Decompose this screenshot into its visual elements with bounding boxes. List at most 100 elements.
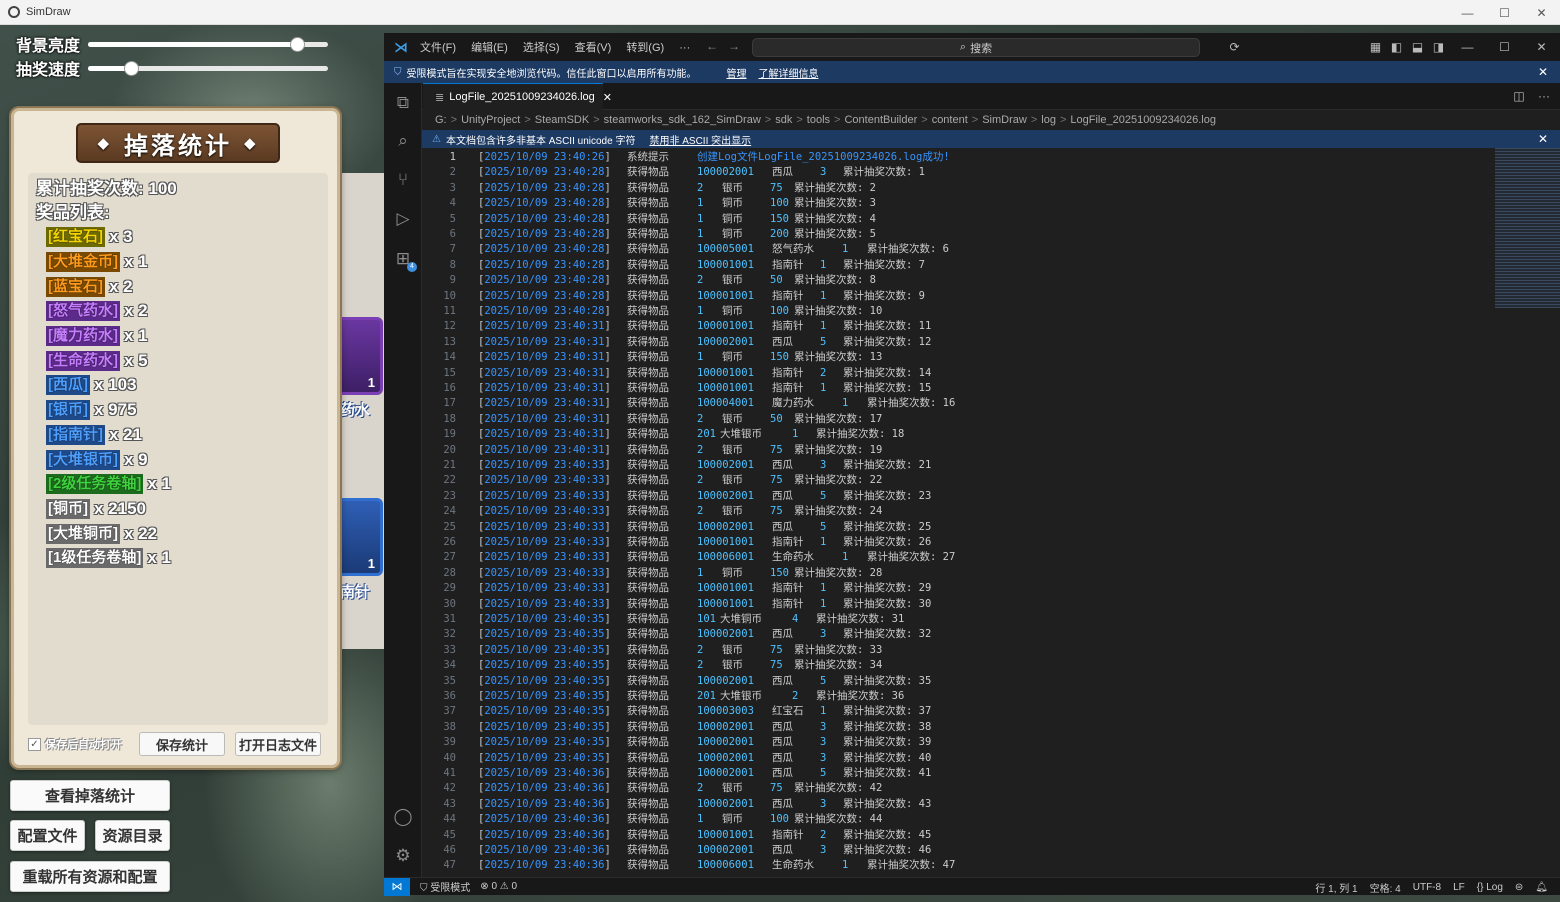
- code-line[interactable]: 31 [2025/10/09 23:40:35] 获得物品 101 大堆铜币 4 累计抽奖次…: [422, 612, 1482, 627]
- search-icon[interactable]: ⌕: [393, 131, 413, 151]
- customize-layout-icon[interactable]: ▦: [1365, 40, 1386, 54]
- disable-unicode-highlight-link[interactable]: 禁用非 ASCII 突出显示: [649, 132, 751, 147]
- minimize-button[interactable]: —: [1449, 0, 1486, 25]
- code-line[interactable]: 42 [2025/10/09 23:40:36] 获得物品 2 银币 75 累计抽奖次数: …: [422, 781, 1482, 796]
- code-line[interactable]: 8 [2025/10/09 23:40:28] 获得物品 100001001 指南针 1 累…: [422, 258, 1482, 273]
- status-position[interactable]: 行 1, 列 1: [1315, 880, 1357, 895]
- item-card[interactable]: 1: [337, 498, 383, 576]
- more-actions-icon[interactable]: ···: [1538, 89, 1550, 103]
- code-line[interactable]: 1 [2025/10/09 23:40:26] 系统提示 创建Log文件LogFile…: [422, 150, 1482, 165]
- tab-logfile[interactable]: ≣ LogFile_20251009234026.log ✕: [423, 83, 612, 110]
- speed-slider-thumb[interactable]: [124, 60, 140, 76]
- code-line[interactable]: 10 [2025/10/09 23:40:28] 获得物品 100001001 指南针 1…: [422, 289, 1482, 304]
- breadcrumb-item[interactable]: LogFile_20251009234026.log: [1070, 114, 1216, 126]
- code-line[interactable]: 23 [2025/10/09 23:40:33] 获得物品 100002001 西瓜 5 累…: [422, 489, 1482, 504]
- code-line[interactable]: 40 [2025/10/09 23:40:35] 获得物品 100002001 西瓜 3 累…: [422, 751, 1482, 766]
- tab-close-icon[interactable]: ✕: [603, 91, 612, 104]
- close-icon[interactable]: ✕: [1538, 65, 1548, 79]
- resource-dir-button[interactable]: 资源目录: [95, 820, 170, 851]
- code-line[interactable]: 25 [2025/10/09 23:40:33] 获得物品 100002001 西瓜 5 累…: [422, 520, 1482, 535]
- breadcrumb-item[interactable]: G:: [435, 114, 447, 126]
- settings-gear-icon[interactable]: ⚙: [393, 846, 413, 866]
- code-line[interactable]: 22 [2025/10/09 23:40:33] 获得物品 2 银币 75 累计抽奖次数: …: [422, 473, 1482, 488]
- command-center-search[interactable]: ⌕ 搜索: [752, 38, 1200, 57]
- forward-arrow-icon[interactable]: →: [728, 39, 740, 53]
- code-line[interactable]: 6 [2025/10/09 23:40:28] 获得物品 1 铜币 200 累计抽奖次数: …: [422, 227, 1482, 242]
- code-line[interactable]: 16 [2025/10/09 23:40:31] 获得物品 100001001 指南针 1…: [422, 381, 1482, 396]
- restricted-manage-link[interactable]: 管理: [727, 65, 747, 80]
- close-button[interactable]: ✕: [1523, 0, 1560, 25]
- code-line[interactable]: 3 [2025/10/09 23:40:28] 获得物品 2 银币 75 累计抽奖次数: 2: [422, 181, 1482, 196]
- status-problems[interactable]: ⊗ 0 ⚠ 0: [480, 881, 517, 892]
- code-line[interactable]: 30 [2025/10/09 23:40:33] 获得物品 100001001 指南针 1…: [422, 597, 1482, 612]
- maximize-button[interactable]: ☐: [1486, 0, 1523, 25]
- menu-more[interactable]: ···: [679, 42, 690, 54]
- code-line[interactable]: 15 [2025/10/09 23:40:31] 获得物品 100001001 指南针 2…: [422, 366, 1482, 381]
- code-line[interactable]: 26 [2025/10/09 23:40:33] 获得物品 100001001 指南针 1…: [422, 535, 1482, 550]
- code-line[interactable]: 45 [2025/10/09 23:40:36] 获得物品 100001001 指南针 2…: [422, 828, 1482, 843]
- menu-view[interactable]: 查看(V): [575, 42, 612, 54]
- code-line[interactable]: 5 [2025/10/09 23:40:28] 获得物品 1 铜币 150 累计抽奖次数: …: [422, 212, 1482, 227]
- code-line[interactable]: 43 [2025/10/09 23:40:36] 获得物品 100002001 西瓜 3 累…: [422, 797, 1482, 812]
- breadcrumb-item[interactable]: UnityProject: [461, 114, 520, 126]
- toggle-sidebar-icon[interactable]: ◧: [1386, 40, 1407, 54]
- run-debug-icon[interactable]: ▷: [393, 209, 413, 229]
- speed-slider[interactable]: [88, 60, 329, 76]
- code-line[interactable]: 17 [2025/10/09 23:40:31] 获得物品 100004001 魔力药水…: [422, 396, 1482, 411]
- split-editor-icon[interactable]: ◫: [1513, 89, 1524, 103]
- notifications-bell-icon[interactable]: 🔔︎: [1535, 882, 1548, 893]
- breadcrumb-item[interactable]: tools: [807, 114, 830, 126]
- code-line[interactable]: 20 [2025/10/09 23:40:31] 获得物品 2 银币 75 累计抽奖次数: …: [422, 443, 1482, 458]
- code-line[interactable]: 46 [2025/10/09 23:40:36] 获得物品 100002001 西瓜 3 累…: [422, 843, 1482, 858]
- auto-open-checkbox[interactable]: ✓: [28, 737, 41, 751]
- menu-edit[interactable]: 编辑(E): [471, 42, 508, 54]
- code-line[interactable]: 38 [2025/10/09 23:40:35] 获得物品 100002001 西瓜 3 累…: [422, 720, 1482, 735]
- menu-go[interactable]: 转到(G): [626, 42, 664, 54]
- menu-selection[interactable]: 选择(S): [523, 42, 560, 54]
- breadcrumb-item[interactable]: ContentBuilder: [844, 114, 917, 126]
- status-encoding[interactable]: UTF-8: [1413, 882, 1441, 893]
- breadcrumb-item[interactable]: SteamSDK: [535, 114, 589, 126]
- code-line[interactable]: 29 [2025/10/09 23:40:33] 获得物品 100001001 指南针 1…: [422, 581, 1482, 596]
- menu-file[interactable]: 文件(F): [420, 42, 456, 54]
- code-line[interactable]: 7 [2025/10/09 23:40:28] 获得物品 100005001 怒气药水 1…: [422, 242, 1482, 257]
- config-file-button[interactable]: 配置文件: [10, 820, 85, 851]
- code-line[interactable]: 12 [2025/10/09 23:40:31] 获得物品 100001001 指南针 1…: [422, 319, 1482, 334]
- restricted-learn-link[interactable]: 了解详细信息: [759, 65, 819, 80]
- back-arrow-icon[interactable]: ←: [706, 39, 718, 53]
- code-line[interactable]: 19 [2025/10/09 23:40:31] 获得物品 201 大堆银币 1 累计抽奖次…: [422, 427, 1482, 442]
- breadcrumb-item[interactable]: sdk: [775, 114, 792, 126]
- vscode-close-button[interactable]: ✕: [1523, 40, 1560, 54]
- remote-icon[interactable]: ⋈: [384, 877, 410, 896]
- code-line[interactable]: 24 [2025/10/09 23:40:33] 获得物品 2 银币 75 累计抽奖次数: …: [422, 504, 1482, 519]
- code-line[interactable]: 47 [2025/10/09 23:40:36] 获得物品 100006001 生命药水…: [422, 858, 1482, 873]
- breadcrumb-item[interactable]: SimDraw: [982, 114, 1027, 126]
- code-line[interactable]: 33 [2025/10/09 23:40:35] 获得物品 2 银币 75 累计抽奖次数: …: [422, 643, 1482, 658]
- status-spaces[interactable]: 空格: 4: [1370, 880, 1401, 895]
- code-line[interactable]: 4 [2025/10/09 23:40:28] 获得物品 1 铜币 100 累计抽奖次数: …: [422, 196, 1482, 211]
- status-restricted[interactable]: ⛉ 受限模式: [420, 879, 470, 894]
- vscode-maximize-button[interactable]: ☐: [1486, 40, 1523, 54]
- source-control-icon[interactable]: ⑂: [393, 170, 413, 190]
- status-language[interactable]: {} Log: [1477, 882, 1503, 893]
- open-log-button[interactable]: 打开日志文件: [235, 732, 321, 756]
- code-line[interactable]: 44 [2025/10/09 23:40:36] 获得物品 1 铜币 100 累计抽奖次数:…: [422, 812, 1482, 827]
- extensions-icon[interactable]: ⊞ 4: [393, 249, 417, 272]
- item-card[interactable]: 1: [337, 317, 383, 395]
- breadcrumb-item[interactable]: content: [932, 114, 968, 126]
- reload-all-button[interactable]: 重载所有资源和配置: [10, 861, 170, 892]
- vscode-minimize-button[interactable]: —: [1449, 40, 1486, 54]
- code-line[interactable]: 14 [2025/10/09 23:40:31] 获得物品 1 铜币 150 累计抽奖次数:…: [422, 350, 1482, 365]
- code-line[interactable]: 34 [2025/10/09 23:40:35] 获得物品 2 银币 75 累计抽奖次数: …: [422, 658, 1482, 673]
- toggle-panel-icon[interactable]: ⬓: [1407, 40, 1428, 54]
- code-editor[interactable]: 1 [2025/10/09 23:40:26] 系统提示 创建Log文件LogFile…: [422, 148, 1560, 877]
- status-eol[interactable]: LF: [1453, 882, 1465, 893]
- code-line[interactable]: 9 [2025/10/09 23:40:28] 获得物品 2 银币 50 累计抽奖次数: 8: [422, 273, 1482, 288]
- code-line[interactable]: 2 [2025/10/09 23:40:28] 获得物品 100002001 西瓜 3 累计…: [422, 165, 1482, 180]
- code-line[interactable]: 32 [2025/10/09 23:40:35] 获得物品 100002001 西瓜 3 累…: [422, 627, 1482, 642]
- code-line[interactable]: 37 [2025/10/09 23:40:35] 获得物品 100003003 红宝石 1…: [422, 704, 1482, 719]
- code-line[interactable]: 27 [2025/10/09 23:40:33] 获得物品 100006001 生命药水…: [422, 550, 1482, 565]
- explorer-icon[interactable]: ⧉: [393, 93, 413, 113]
- code-line[interactable]: 41 [2025/10/09 23:40:36] 获得物品 100002001 西瓜 5 累…: [422, 766, 1482, 781]
- account-icon[interactable]: ◯: [393, 807, 413, 827]
